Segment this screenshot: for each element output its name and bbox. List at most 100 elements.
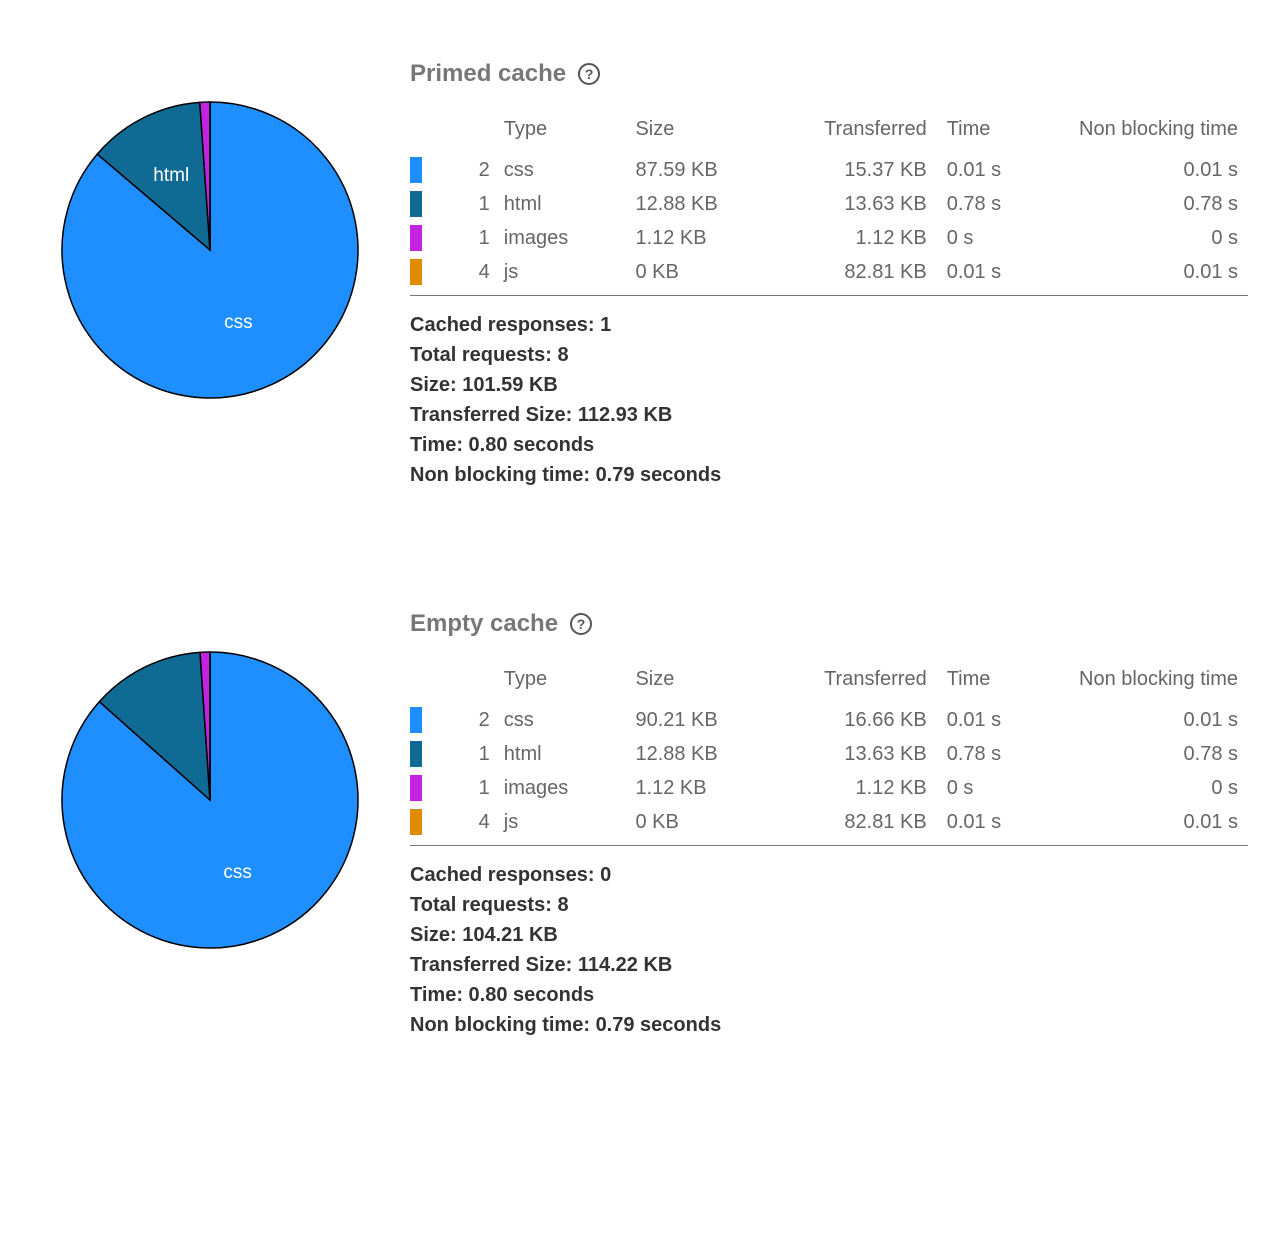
col-header bbox=[410, 112, 434, 153]
cell-count: 1 bbox=[434, 221, 494, 255]
col-header: Type bbox=[494, 112, 626, 153]
summary-value: 8 bbox=[557, 894, 568, 916]
cell-size: 1.12 KB bbox=[625, 221, 781, 255]
summary-label: Total requests: bbox=[410, 894, 552, 916]
summary: Cached responses: 0Total requests: 8Size… bbox=[410, 860, 1248, 1040]
cell-nbt: 0.01 s bbox=[1056, 805, 1248, 839]
cell-size: 12.88 KB bbox=[625, 737, 781, 771]
summary-value: 101.59 KB bbox=[462, 374, 558, 396]
cell-time: 0.01 s bbox=[937, 153, 1057, 187]
col-header bbox=[410, 662, 434, 703]
cell-transferred: 1.12 KB bbox=[781, 221, 937, 255]
pie-chart bbox=[60, 650, 360, 950]
cell-count: 1 bbox=[434, 737, 494, 771]
cell-size: 87.59 KB bbox=[625, 153, 781, 187]
swatch-cell bbox=[410, 153, 434, 187]
cell-transferred: 1.12 KB bbox=[781, 771, 937, 805]
cell-transferred: 15.37 KB bbox=[781, 153, 937, 187]
swatch-cell bbox=[410, 221, 434, 255]
cell-size: 1.12 KB bbox=[625, 771, 781, 805]
section-content: Empty cache? TypeSizeTransferredTimeNon b… bbox=[380, 610, 1248, 1040]
summary-line-size: Size: 104.21 KB bbox=[410, 920, 1248, 950]
cell-type: css bbox=[494, 153, 626, 187]
summary-label: Cached responses: bbox=[410, 864, 595, 886]
col-header: Transferred bbox=[781, 112, 937, 153]
cell-nbt: 0 s bbox=[1056, 771, 1248, 805]
cell-transferred: 82.81 KB bbox=[781, 805, 937, 839]
summary-line-size: Size: 101.59 KB bbox=[410, 370, 1248, 400]
table-row: 2css90.21 KB16.66 KB0.01 s0.01 s bbox=[410, 703, 1248, 737]
help-icon[interactable]: ? bbox=[578, 63, 600, 85]
swatch-cell bbox=[410, 187, 434, 221]
color-swatch bbox=[410, 809, 422, 835]
cell-time: 0.01 s bbox=[937, 255, 1057, 289]
cell-transferred: 13.63 KB bbox=[781, 737, 937, 771]
color-swatch bbox=[410, 191, 422, 217]
summary-value: 0.80 seconds bbox=[469, 984, 595, 1006]
section-content: Primed cache? TypeSizeTransferredTimeNon … bbox=[380, 60, 1248, 490]
table-row: 2css87.59 KB15.37 KB0.01 s0.01 s bbox=[410, 153, 1248, 187]
col-header: Non blocking time bbox=[1056, 662, 1248, 703]
summary-label: Non blocking time: bbox=[410, 1014, 590, 1036]
cache-section: csshtml Primed cache? TypeSizeTransferredT… bbox=[40, 60, 1248, 490]
summary-line-time: Time: 0.80 seconds bbox=[410, 980, 1248, 1010]
cell-type: html bbox=[494, 737, 626, 771]
cell-time: 0.01 s bbox=[937, 805, 1057, 839]
summary-value: 114.22 KB bbox=[578, 954, 673, 976]
table-header-row: TypeSizeTransferredTimeNon blocking time bbox=[410, 662, 1248, 703]
cell-nbt: 0.01 s bbox=[1056, 703, 1248, 737]
pie-container: css bbox=[60, 650, 360, 950]
cell-nbt: 0.78 s bbox=[1056, 737, 1248, 771]
summary-value: 0.79 seconds bbox=[596, 1014, 722, 1036]
resource-table: TypeSizeTransferredTimeNon blocking time… bbox=[410, 112, 1248, 289]
cell-count: 1 bbox=[434, 187, 494, 221]
summary-line-tsize: Transferred Size: 114.22 KB bbox=[410, 950, 1248, 980]
pie-container: csshtml bbox=[60, 100, 360, 400]
help-icon[interactable]: ? bbox=[570, 613, 592, 635]
summary-label: Time: bbox=[410, 434, 463, 456]
summary: Cached responses: 1Total requests: 8Size… bbox=[410, 310, 1248, 490]
resource-table: TypeSizeTransferredTimeNon blocking time… bbox=[410, 662, 1248, 839]
col-header: Time bbox=[937, 662, 1057, 703]
col-header: Type bbox=[494, 662, 626, 703]
table-row: 1images1.12 KB1.12 KB0 s0 s bbox=[410, 771, 1248, 805]
summary-line-nbt: Non blocking time: 0.79 seconds bbox=[410, 460, 1248, 490]
cell-transferred: 82.81 KB bbox=[781, 255, 937, 289]
separator bbox=[410, 845, 1248, 846]
color-swatch bbox=[410, 775, 422, 801]
cell-type: css bbox=[494, 703, 626, 737]
cell-size: 90.21 KB bbox=[625, 703, 781, 737]
table-row: 4js0 KB82.81 KB0.01 s0.01 s bbox=[410, 255, 1248, 289]
col-header: Non blocking time bbox=[1056, 112, 1248, 153]
cell-count: 4 bbox=[434, 805, 494, 839]
cell-count: 2 bbox=[434, 703, 494, 737]
cell-count: 2 bbox=[434, 153, 494, 187]
color-swatch bbox=[410, 741, 422, 767]
section-title: Empty cache? bbox=[410, 610, 1248, 638]
summary-line-tsize: Transferred Size: 112.93 KB bbox=[410, 400, 1248, 430]
table-header-row: TypeSizeTransferredTimeNon blocking time bbox=[410, 112, 1248, 153]
swatch-cell bbox=[410, 703, 434, 737]
summary-label: Transferred Size: bbox=[410, 954, 572, 976]
section-title-text: Primed cache bbox=[410, 60, 566, 88]
cell-time: 0 s bbox=[937, 221, 1057, 255]
col-header: Time bbox=[937, 112, 1057, 153]
cell-transferred: 13.63 KB bbox=[781, 187, 937, 221]
section-title: Primed cache? bbox=[410, 60, 1248, 88]
cell-type: images bbox=[494, 221, 626, 255]
color-swatch bbox=[410, 707, 422, 733]
summary-value: 0.80 seconds bbox=[469, 434, 595, 456]
summary-line-nbt: Non blocking time: 0.79 seconds bbox=[410, 1010, 1248, 1040]
summary-label: Non blocking time: bbox=[410, 464, 590, 486]
summary-line-requests: Total requests: 8 bbox=[410, 340, 1248, 370]
swatch-cell bbox=[410, 737, 434, 771]
pie-chart bbox=[60, 100, 360, 400]
swatch-cell bbox=[410, 805, 434, 839]
cell-nbt: 0.78 s bbox=[1056, 187, 1248, 221]
color-swatch bbox=[410, 157, 422, 183]
cell-count: 4 bbox=[434, 255, 494, 289]
summary-value: 104.21 KB bbox=[462, 924, 558, 946]
table-row: 4js0 KB82.81 KB0.01 s0.01 s bbox=[410, 805, 1248, 839]
summary-value: 112.93 KB bbox=[578, 404, 673, 426]
summary-label: Time: bbox=[410, 984, 463, 1006]
